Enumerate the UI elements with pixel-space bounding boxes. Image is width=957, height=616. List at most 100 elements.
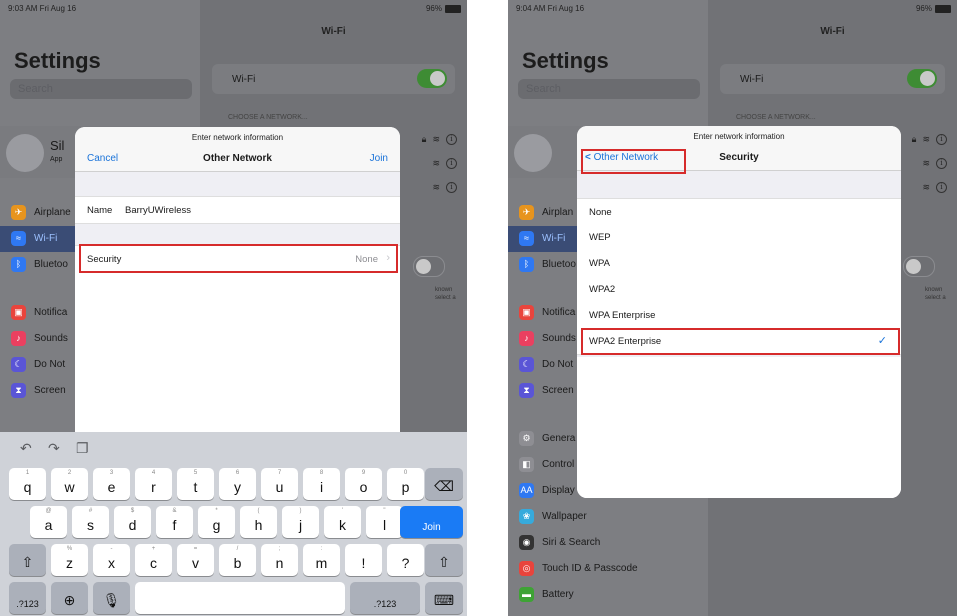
setting-icon: AA xyxy=(519,483,534,498)
keyboard-key[interactable]: ' k xyxy=(324,506,361,538)
sidebar-item[interactable]: ❀ Wallpaper xyxy=(508,504,708,530)
undo-icon[interactable]: ↶ xyxy=(20,440,32,457)
ask-to-join-toggle[interactable] xyxy=(903,256,935,277)
wifi-signal-icon: ≋ xyxy=(922,181,930,192)
key-alt-char: 4 xyxy=(151,470,156,476)
keyboard-key[interactable]: * g xyxy=(198,506,235,538)
keyboard-key[interactable]: / b xyxy=(219,544,256,576)
keyboard-key[interactable]: ! xyxy=(345,544,382,576)
sidebar-item[interactable]: ◎ Touch ID & Passcode xyxy=(508,556,708,582)
info-icon[interactable]: i xyxy=(446,181,457,193)
network-name-input[interactable]: BarryUWireless xyxy=(125,205,191,216)
settings-title: Settings xyxy=(522,48,609,73)
keyboard-key[interactable]: 6y xyxy=(219,468,256,500)
key-char: s xyxy=(87,517,94,533)
wifi-toggle[interactable] xyxy=(417,69,447,88)
security-option[interactable]: WPA2 xyxy=(577,276,901,303)
info-icon[interactable]: i xyxy=(446,133,457,145)
keyboard-key[interactable]: @ a xyxy=(30,506,67,538)
keyboard-key[interactable]: ) j xyxy=(282,506,319,538)
delete-icon: ⌫ xyxy=(434,478,454,494)
network-row[interactable]: 🔒︎ ≋ i xyxy=(907,128,947,150)
join-button[interactable]: Join xyxy=(370,153,388,164)
numbers-key[interactable]: .?123 xyxy=(350,582,420,614)
shift-key[interactable]: ⇧ xyxy=(425,544,463,576)
info-icon[interactable]: i xyxy=(446,157,457,169)
keyboard-join-key[interactable]: Join xyxy=(400,506,463,538)
hide-keyboard-key[interactable]: ⌨ xyxy=(425,582,463,614)
setting-icon: ✈ xyxy=(11,205,26,220)
wifi-row-label: Wi-Fi xyxy=(232,74,256,85)
dictation-key[interactable]: 🎙︎ xyxy=(93,582,130,614)
setting-icon: ⧗ xyxy=(11,383,26,398)
keyboard-key[interactable]: 5t xyxy=(177,468,214,500)
keyboard-key[interactable]: (h xyxy=(240,506,277,538)
sidebar-item-label: Wi-Fi xyxy=(34,233,58,244)
key-char: r xyxy=(151,479,156,495)
network-row[interactable]: ≋ i xyxy=(907,152,947,174)
keyboard-key[interactable]: & f xyxy=(156,506,193,538)
key-alt-char: ) xyxy=(299,508,302,514)
setting-icon: ⧗ xyxy=(519,383,534,398)
keyboard-key[interactable]: 1q xyxy=(9,468,46,500)
ask-to-join-toggle[interactable] xyxy=(413,256,445,277)
keyboard-key[interactable]: ? xyxy=(387,544,424,576)
keyboard-key[interactable]: :m xyxy=(303,544,340,576)
search-field[interactable]: Search xyxy=(10,79,192,99)
sidebar-item-label: Wi-Fi xyxy=(542,233,566,244)
setting-icon: ▣ xyxy=(519,305,534,320)
security-option-label: None xyxy=(589,207,612,218)
setting-icon: ☾ xyxy=(11,357,26,372)
security-option[interactable]: WPA xyxy=(577,250,901,277)
keyboard-key[interactable]: -x xyxy=(93,544,130,576)
key-char: a xyxy=(44,517,53,533)
security-option[interactable]: WEP xyxy=(577,224,901,251)
paste-icon[interactable]: ❐ xyxy=(76,440,89,457)
search-field[interactable]: Search xyxy=(518,79,700,99)
keyboard-key[interactable]: 9o xyxy=(345,468,382,500)
security-option[interactable]: WPA Enterprise xyxy=(577,302,901,329)
info-icon[interactable]: i xyxy=(936,133,947,145)
keyboard-key[interactable]: 2w xyxy=(51,468,88,500)
cancel-button[interactable]: Cancel xyxy=(87,153,118,164)
keyboard-key[interactable]: ; n xyxy=(261,544,298,576)
keyboard-key[interactable]: % z xyxy=(51,544,88,576)
sidebar-item[interactable]: ◉ Siri & Search xyxy=(508,530,708,556)
security-option-label: WPA Enterprise xyxy=(589,310,656,321)
keyboard-key[interactable]: 8i xyxy=(303,468,340,500)
key-alt-char: * xyxy=(215,508,218,514)
status-bar: 9:03 AM Fri Aug 16 96% xyxy=(0,0,467,16)
keyboard-key[interactable]: $ d xyxy=(114,506,151,538)
globe-key[interactable]: ⊕ xyxy=(51,582,88,614)
keyboard-key[interactable]: + c xyxy=(135,544,172,576)
numbers-key[interactable]: .?123 xyxy=(9,582,46,614)
info-icon[interactable]: i xyxy=(936,181,947,193)
security-option[interactable]: None xyxy=(577,198,901,226)
security-option-label: WPA2 xyxy=(589,284,616,295)
keyboard-key[interactable]: 4r xyxy=(135,468,172,500)
profile-subtitle: App xyxy=(50,156,63,163)
network-row[interactable]: ≋ i xyxy=(417,176,457,198)
network-row[interactable]: 🔒︎ ≋ i xyxy=(417,128,457,150)
delete-key[interactable]: ⌫ xyxy=(425,468,463,500)
key-char: i xyxy=(319,479,324,495)
setting-icon: ❀ xyxy=(519,509,534,524)
network-row[interactable]: ≋ i xyxy=(417,152,457,174)
key-alt-char: 7 xyxy=(277,470,282,476)
keyboard-key[interactable]: 0p xyxy=(387,468,424,500)
sidebar-item-label: Siri & Search xyxy=(542,537,601,548)
sidebar-item[interactable]: ▬ Battery xyxy=(508,582,708,608)
keyboard-key[interactable]: 3e xyxy=(93,468,130,500)
keyboard-key[interactable]: " l xyxy=(366,506,403,538)
shift-key[interactable]: ⇧ xyxy=(9,544,46,576)
network-row[interactable]: ≋ i xyxy=(907,176,947,198)
keyboard-key[interactable]: = v xyxy=(177,544,214,576)
redo-icon[interactable]: ↷ xyxy=(48,440,60,457)
key-char: q xyxy=(23,479,32,495)
name-field-row[interactable]: Name BarryUWireless xyxy=(75,196,400,224)
keyboard-key[interactable]: 7u xyxy=(261,468,298,500)
keyboard-key[interactable]: # s xyxy=(72,506,109,538)
wifi-toggle[interactable] xyxy=(907,69,937,88)
info-icon[interactable]: i xyxy=(936,157,947,169)
space-bar[interactable] xyxy=(135,582,345,614)
